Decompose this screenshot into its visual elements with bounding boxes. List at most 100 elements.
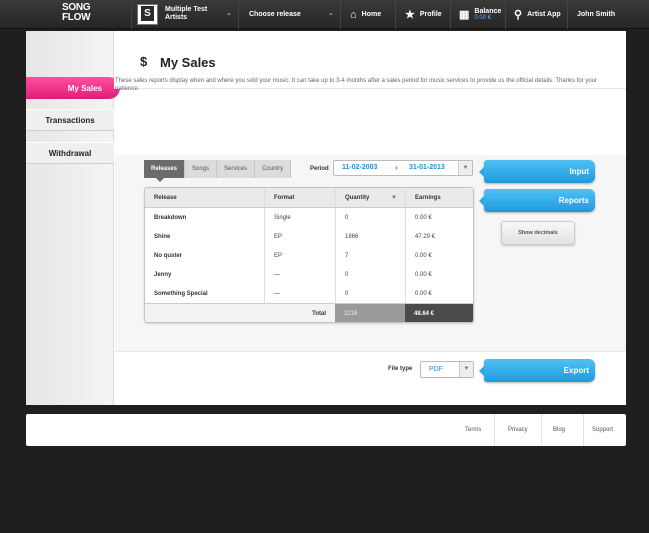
input-button[interactable]: Input bbox=[479, 160, 595, 183]
file-type-label: File type bbox=[388, 366, 413, 372]
artist-name: Multiple Test Artists bbox=[165, 6, 208, 21]
sidebar-item-label: Withdrawal bbox=[48, 148, 92, 158]
divider bbox=[131, 0, 132, 29]
dollar-icon: $ bbox=[140, 54, 148, 69]
show-decimals-label: Show decimals bbox=[518, 229, 558, 236]
footer-link-blog[interactable]: Blog bbox=[553, 414, 565, 446]
tab-releases[interactable]: Releases bbox=[144, 160, 186, 182]
divider bbox=[238, 0, 239, 29]
cell-earnings: 0.00 € bbox=[405, 265, 473, 284]
tab-songs[interactable]: Songs bbox=[185, 160, 218, 178]
chevron-down-icon[interactable]: ▼ bbox=[459, 362, 473, 377]
cell-quantity: 0 bbox=[335, 265, 405, 284]
artist-avatar bbox=[137, 4, 158, 25]
home-icon: ⌂ bbox=[350, 8, 357, 21]
cell-earnings: 47.29 € bbox=[405, 227, 473, 246]
cell-quantity: 0 bbox=[335, 284, 405, 303]
top-navigation-bar: SONG FLOW Multiple Test Artists ⌄ Choose… bbox=[0, 0, 649, 29]
period-selector[interactable]: 11-02-2003 › 31-01-2013 ▼ bbox=[333, 160, 473, 176]
sidebar-item-label: My Sales bbox=[67, 83, 102, 93]
tab-country[interactable]: Country bbox=[255, 160, 292, 178]
page-title: My Sales bbox=[160, 55, 216, 70]
table-row[interactable]: Jenny — 0 0.00 € bbox=[145, 265, 473, 284]
table-row[interactable]: Something Special — 0 0.00 € bbox=[145, 284, 473, 303]
cell-format: EP bbox=[264, 227, 335, 246]
column-header-format[interactable]: Format bbox=[264, 188, 335, 207]
divider bbox=[583, 414, 584, 446]
chevron-down-icon[interactable]: ⌄ bbox=[328, 9, 334, 17]
export-button[interactable]: Export bbox=[479, 359, 595, 382]
footer-link-privacy[interactable]: Privacy bbox=[508, 414, 528, 446]
period-label: Period bbox=[310, 166, 329, 172]
nav-profile-label: Profile bbox=[419, 11, 442, 18]
reports-button[interactable]: Reports bbox=[479, 189, 595, 212]
sidebar-item-label: Transactions bbox=[45, 115, 95, 125]
site-footer: Terms Privacy Blog Support bbox=[26, 414, 626, 446]
sidebar-item-transactions[interactable]: Transactions bbox=[26, 109, 114, 131]
cell-format: EP bbox=[264, 246, 335, 265]
table-row[interactable]: No quster EP 7 0.00 € bbox=[145, 246, 473, 265]
table-row[interactable]: Shine EP 1866 47.29 € bbox=[145, 227, 473, 246]
sidebar: My Sales Transactions Withdrawal bbox=[26, 31, 120, 405]
balance-label: Balance bbox=[474, 8, 502, 15]
column-header-earnings[interactable]: Earnings bbox=[405, 188, 473, 207]
divider bbox=[541, 414, 542, 446]
nav-home-label: Home bbox=[361, 11, 382, 18]
balance-value: 0.00 € bbox=[474, 15, 492, 21]
cell-release: Shine bbox=[154, 233, 171, 240]
star-icon: ★ bbox=[405, 9, 415, 21]
artist-selector[interactable]: Multiple Test Artists bbox=[137, 4, 237, 25]
table-header: Release Format Quantity ▼ Earnings bbox=[145, 188, 473, 208]
export-button-label: Export bbox=[563, 366, 589, 375]
user-menu[interactable]: John Smith bbox=[577, 0, 615, 29]
divider bbox=[494, 414, 495, 446]
footer-link-terms[interactable]: Terms bbox=[465, 414, 481, 446]
cell-format: Single bbox=[264, 208, 335, 227]
show-decimals-button[interactable]: Show decimals bbox=[501, 221, 575, 245]
sort-down-icon[interactable]: ▼ bbox=[391, 195, 397, 201]
file-type-select[interactable]: PDF ▼ bbox=[420, 361, 474, 378]
divider bbox=[450, 0, 451, 29]
page-description: These sales reports display when and whe… bbox=[115, 78, 598, 92]
sales-table: Release Format Quantity ▼ Earnings Break… bbox=[144, 187, 474, 323]
cell-release: Something Special bbox=[154, 290, 208, 297]
songflow-logo[interactable]: SONG FLOW bbox=[62, 3, 102, 26]
sidebar-item-withdrawal[interactable]: Withdrawal bbox=[26, 142, 114, 164]
reports-button-label: Reports bbox=[558, 196, 589, 205]
column-header-release[interactable]: Release bbox=[145, 188, 264, 207]
nav-artist-app[interactable]: ⚲ Artist App bbox=[514, 0, 561, 29]
nav-artist-app-label: Artist App bbox=[527, 11, 561, 18]
column-header-quantity-label: Quantity bbox=[345, 194, 370, 201]
user-name: John Smith bbox=[577, 11, 616, 18]
sidebar-item-my-sales[interactable]: My Sales bbox=[26, 77, 120, 99]
total-quantity: 2218 bbox=[335, 304, 405, 322]
report-tabs: Releases Songs Services Country bbox=[144, 160, 292, 182]
wallet-icon: ▦ bbox=[459, 9, 470, 21]
column-header-quantity[interactable]: Quantity ▼ bbox=[335, 188, 405, 207]
total-earnings: 48.64 € bbox=[405, 304, 473, 322]
input-button-label: Input bbox=[569, 167, 589, 176]
nav-home[interactable]: ⌂ Home bbox=[350, 0, 381, 29]
file-type-value: PDF bbox=[429, 366, 443, 373]
cell-earnings: 0.00 € bbox=[405, 246, 473, 265]
cell-release: No quster bbox=[154, 252, 183, 259]
footer-link-support[interactable]: Support bbox=[592, 414, 613, 446]
chevron-down-icon[interactable]: ▼ bbox=[458, 161, 472, 175]
divider bbox=[340, 0, 341, 29]
cell-quantity: 1866 bbox=[335, 227, 405, 246]
nav-balance[interactable]: ▦ Balance 0.00 € bbox=[459, 0, 501, 29]
nav-profile[interactable]: ★ Profile bbox=[405, 0, 442, 29]
tab-services[interactable]: Services bbox=[217, 160, 256, 178]
cell-quantity: 0 bbox=[335, 208, 405, 227]
arrow-right-icon: › bbox=[395, 163, 398, 172]
table-row[interactable]: Breakdown Single 0 0.00 € bbox=[145, 208, 473, 227]
cell-format: — bbox=[264, 284, 335, 303]
divider bbox=[395, 0, 396, 29]
artist-app-icon: ⚲ bbox=[514, 9, 523, 21]
cell-release: Jenny bbox=[154, 271, 172, 278]
table-total-row: Total 2218 48.64 € bbox=[145, 303, 473, 322]
chevron-down-icon[interactable]: ⌄ bbox=[226, 9, 232, 17]
release-selector[interactable]: Choose release bbox=[249, 0, 301, 29]
cell-earnings: 0.00 € bbox=[405, 284, 473, 303]
cell-release: Breakdown bbox=[154, 214, 187, 221]
